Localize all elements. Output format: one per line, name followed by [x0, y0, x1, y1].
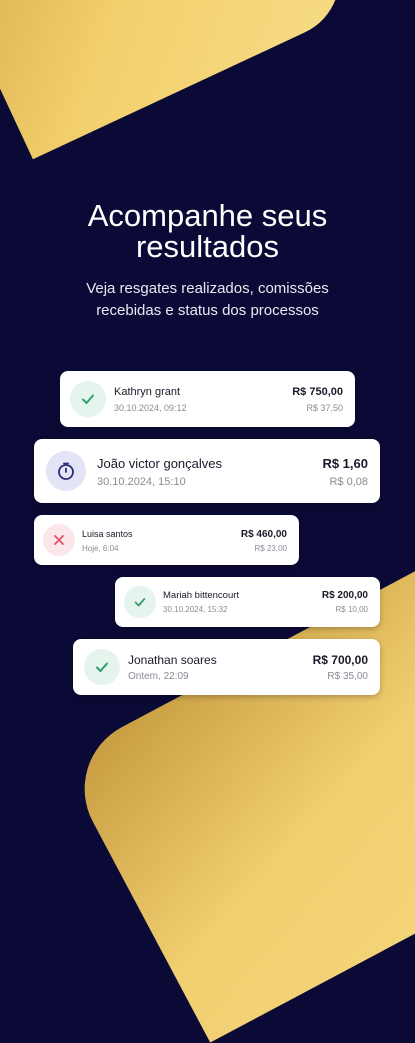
- transaction-fee: R$ 23,00: [254, 544, 287, 553]
- transaction-fee: R$ 10,00: [335, 605, 368, 614]
- transaction-fee: R$ 0,08: [329, 476, 368, 488]
- status-completed-icon: [84, 649, 120, 685]
- transaction-fee: R$ 37,50: [306, 403, 343, 413]
- transaction-amount: R$ 750,00: [292, 386, 343, 398]
- transaction-date: Ontem, 22:09: [128, 671, 189, 682]
- page-title: Acompanhe seus resultados: [0, 200, 415, 262]
- transaction-name: João victor gonçalves: [97, 456, 223, 471]
- gold-decoration-top: [0, 0, 360, 160]
- transaction-fee: R$ 35,00: [327, 671, 368, 682]
- transaction-card-kathryn[interactable]: Kathryn grant 30.10.2024, 09:12 R$ 750,0…: [60, 371, 355, 427]
- page-subtitle: Veja resgates realizados, comissões rece…: [0, 278, 415, 322]
- transaction-date: 30.10.2024, 15:10: [97, 476, 186, 488]
- status-failed-icon: [43, 524, 75, 556]
- transaction-amount: R$ 1,60: [322, 456, 368, 471]
- transaction-amount: R$ 460,00: [240, 529, 287, 540]
- subtitle-line-2: recebidas e status dos processos: [96, 302, 319, 319]
- transaction-card-mariah[interactable]: Mariah bittencourt 30.10.2024, 15:32 R$ …: [115, 577, 380, 627]
- subtitle-line-1: Veja resgates realizados, comissões: [86, 280, 329, 297]
- transaction-date: 30.10.2024, 15:32: [163, 605, 228, 614]
- transaction-name: Jonathan soares: [128, 653, 217, 667]
- status-completed-icon: [70, 381, 106, 417]
- title-line-2: resultados: [135, 229, 280, 264]
- transaction-card-jonathan[interactable]: Jonathan soares Ontem, 22:09 R$ 700,00 R…: [73, 639, 380, 695]
- transaction-card-luisa[interactable]: Luisa santos Hoje, 6:04 R$ 460,00 R$ 23,…: [34, 515, 299, 565]
- transaction-date: Hoje, 6:04: [82, 544, 119, 553]
- transaction-amount: R$ 200,00: [321, 590, 368, 601]
- status-completed-icon: [124, 586, 156, 618]
- transaction-name: Mariah bittencourt: [163, 590, 240, 601]
- title-line-1: Acompanhe seus: [87, 198, 328, 233]
- transaction-name: Kathryn grant: [114, 386, 181, 398]
- status-pending-timer-icon: [46, 451, 86, 491]
- transaction-card-joao[interactable]: João victor gonçalves 30.10.2024, 15:10 …: [34, 439, 380, 503]
- transaction-amount: R$ 700,00: [312, 653, 368, 667]
- transaction-date: 30.10.2024, 09:12: [114, 403, 187, 413]
- transaction-name: Luisa santos: [82, 529, 133, 539]
